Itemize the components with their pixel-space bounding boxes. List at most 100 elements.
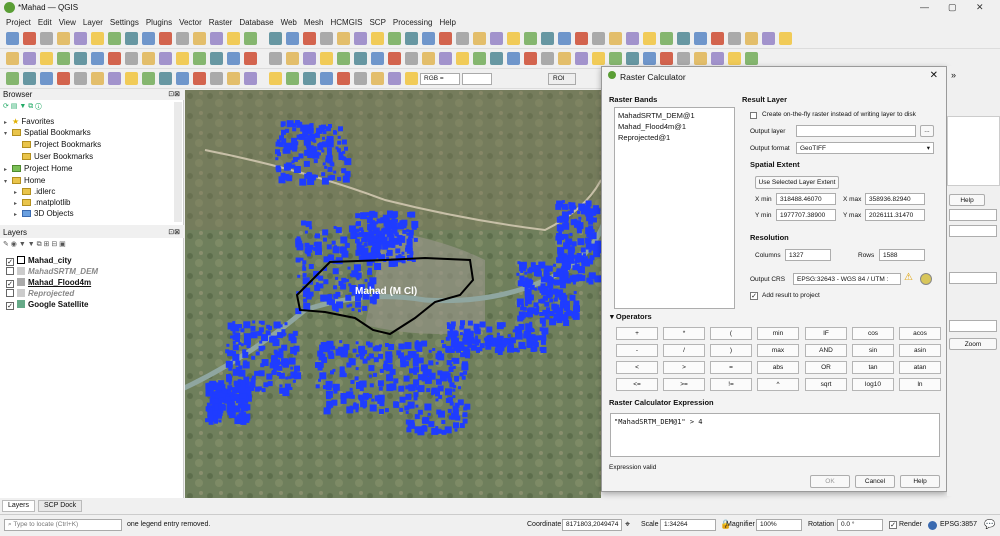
menu-vector[interactable]: Vector <box>179 18 202 27</box>
band-item[interactable]: Reprojected@1 <box>618 133 670 142</box>
toolbar-tool-icon[interactable] <box>524 32 537 45</box>
toolbar-tool-icon[interactable] <box>320 52 333 65</box>
toolbar-tool-icon[interactable] <box>711 32 724 45</box>
toolbar-tool-icon[interactable] <box>490 52 503 65</box>
panel-close-icon[interactable]: ⊡⊠ <box>168 90 180 98</box>
browser-idlerc[interactable]: ▸ .idlerc <box>14 187 55 196</box>
toolbar-tool-icon[interactable] <box>592 32 605 45</box>
toolbar-tool-icon[interactable] <box>91 72 104 85</box>
toolbar-tool-icon[interactable] <box>176 52 189 65</box>
output-crs-select[interactable]: EPSG:32643 - WGS 84 / UTM : <box>793 273 901 285</box>
close-window-button[interactable]: ✕ <box>976 2 984 13</box>
toolbar-tool-icon[interactable] <box>142 72 155 85</box>
minimize-button[interactable]: — <box>920 2 929 12</box>
toolbar-tool-icon[interactable] <box>286 72 299 85</box>
toolbar-tool-icon[interactable] <box>609 52 622 65</box>
toolbar-tool-icon[interactable] <box>660 32 673 45</box>
layers-tools[interactable]: ✎ ◉ ▼ ▼ ⧉ ⊞ ⊟ ▣ <box>3 240 66 249</box>
operator-button[interactable]: ^ <box>757 378 799 391</box>
toolbar-tool-icon[interactable] <box>371 52 384 65</box>
browser-project-bookmarks[interactable]: Project Bookmarks <box>22 140 101 149</box>
toolbar-tool-icon[interactable] <box>422 32 435 45</box>
map-canvas[interactable]: Mahad (M Cl) <box>185 90 601 498</box>
toolbar-tool-icon[interactable] <box>57 52 70 65</box>
operator-button[interactable]: < <box>616 361 658 374</box>
toolbar-tool-icon[interactable] <box>337 52 350 65</box>
right-combo-3[interactable] <box>949 272 997 284</box>
operator-button[interactable]: = <box>710 361 752 374</box>
toolbar-tool-icon[interactable] <box>125 52 138 65</box>
operator-button[interactable]: asin <box>899 344 941 357</box>
browser-favorites[interactable]: ▸ ★ Favorites <box>4 117 54 126</box>
locator-input[interactable]: ⌕ Type to locate (Ctrl+K) <box>4 519 122 531</box>
toolbar-tool-icon[interactable] <box>354 72 367 85</box>
operator-button[interactable]: IF <box>805 327 847 340</box>
menu-help[interactable]: Help <box>439 18 455 27</box>
columns-input[interactable]: 1327 <box>785 249 831 261</box>
zoom-button[interactable]: Zoom <box>949 338 997 350</box>
xmin-input[interactable]: 318488.46070 <box>776 193 836 205</box>
toolbar-tool-icon[interactable] <box>677 32 690 45</box>
toolbar-tool-icon[interactable] <box>456 32 469 45</box>
band-item[interactable]: Mahad_Flood4m@1 <box>618 122 686 131</box>
operator-button[interactable]: - <box>616 344 658 357</box>
toolbar-tool-icon[interactable] <box>728 52 741 65</box>
toolbar-tool-icon[interactable] <box>405 32 418 45</box>
toolbar-tool-icon[interactable] <box>541 32 554 45</box>
toolbar-tool-icon[interactable] <box>40 32 53 45</box>
operator-button[interactable]: abs <box>757 361 799 374</box>
menu-scp[interactable]: SCP <box>369 18 385 27</box>
operator-button[interactable]: ln <box>899 378 941 391</box>
operator-button[interactable]: tan <box>852 361 894 374</box>
toolbar-tool-icon[interactable] <box>473 52 486 65</box>
toolbar-tool-icon[interactable] <box>779 32 792 45</box>
toolbar-tool-icon[interactable] <box>439 52 452 65</box>
toolbar-tool-icon[interactable] <box>159 32 172 45</box>
toolbar-tool-icon[interactable] <box>303 52 316 65</box>
toolbar-tool-icon[interactable] <box>125 32 138 45</box>
toolbar-tool-icon[interactable] <box>91 52 104 65</box>
toolbar-tool-icon[interactable] <box>193 32 206 45</box>
browser-home[interactable]: ▾ Home <box>4 176 45 185</box>
ok-button[interactable]: OK <box>810 475 850 488</box>
toolbar-tool-icon[interactable] <box>388 72 401 85</box>
layer-mahad-city[interactable]: ✓ Mahad_city <box>6 256 72 266</box>
crs-selector-icon[interactable] <box>920 273 932 285</box>
menu-mesh[interactable]: Mesh <box>304 18 324 27</box>
toolbar-tool-icon[interactable] <box>694 52 707 65</box>
toolbar-tool-icon[interactable] <box>286 32 299 45</box>
scale-combo[interactable]: 1:34264 <box>660 519 716 531</box>
toolbar-tool-icon[interactable] <box>473 32 486 45</box>
toolbar-tool-icon[interactable] <box>108 72 121 85</box>
messages-icon[interactable]: 💬 <box>984 519 995 530</box>
operator-button[interactable]: / <box>663 344 705 357</box>
toolbar-tool-icon[interactable] <box>439 32 452 45</box>
operator-button[interactable]: OR <box>805 361 847 374</box>
menu-layer[interactable]: Layer <box>83 18 103 27</box>
right-combo-2[interactable] <box>949 225 997 237</box>
rgb-value-combo[interactable] <box>462 73 492 85</box>
toolbar-tool-icon[interactable] <box>244 52 257 65</box>
menu-project[interactable]: Project <box>6 18 31 27</box>
menu-processing[interactable]: Processing <box>393 18 433 27</box>
toolbar-tool-icon[interactable] <box>269 72 282 85</box>
toolbar-tool-icon[interactable] <box>159 52 172 65</box>
add-result-checkbox[interactable]: ✓ <box>750 292 758 300</box>
expression-editor[interactable]: "MahadSRTM_DEM@1" > 4 <box>610 413 940 457</box>
toolbar-tool-icon[interactable] <box>490 32 503 45</box>
toolbar-tool-icon[interactable] <box>23 72 36 85</box>
toolbar-tool-icon[interactable] <box>210 72 223 85</box>
operator-button[interactable]: <= <box>616 378 658 391</box>
toolbar-tool-icon[interactable] <box>108 52 121 65</box>
toolbar-tool-icon[interactable] <box>711 52 724 65</box>
layer-google-satellite[interactable]: ✓ Google Satellite <box>6 300 88 310</box>
toolbar-tool-icon[interactable] <box>303 72 316 85</box>
toolbar-tool-icon[interactable] <box>23 32 36 45</box>
toolbar-tool-icon[interactable] <box>57 72 70 85</box>
right-combo-1[interactable] <box>949 209 997 221</box>
rows-input[interactable]: 1588 <box>879 249 925 261</box>
rotation-spin[interactable]: 0.0 ° <box>837 519 883 531</box>
toolbar-tool-icon[interactable] <box>405 52 418 65</box>
browser-project-home[interactable]: ▸ Project Home <box>4 164 72 173</box>
crs-label[interactable]: EPSG:3857 <box>940 521 977 528</box>
